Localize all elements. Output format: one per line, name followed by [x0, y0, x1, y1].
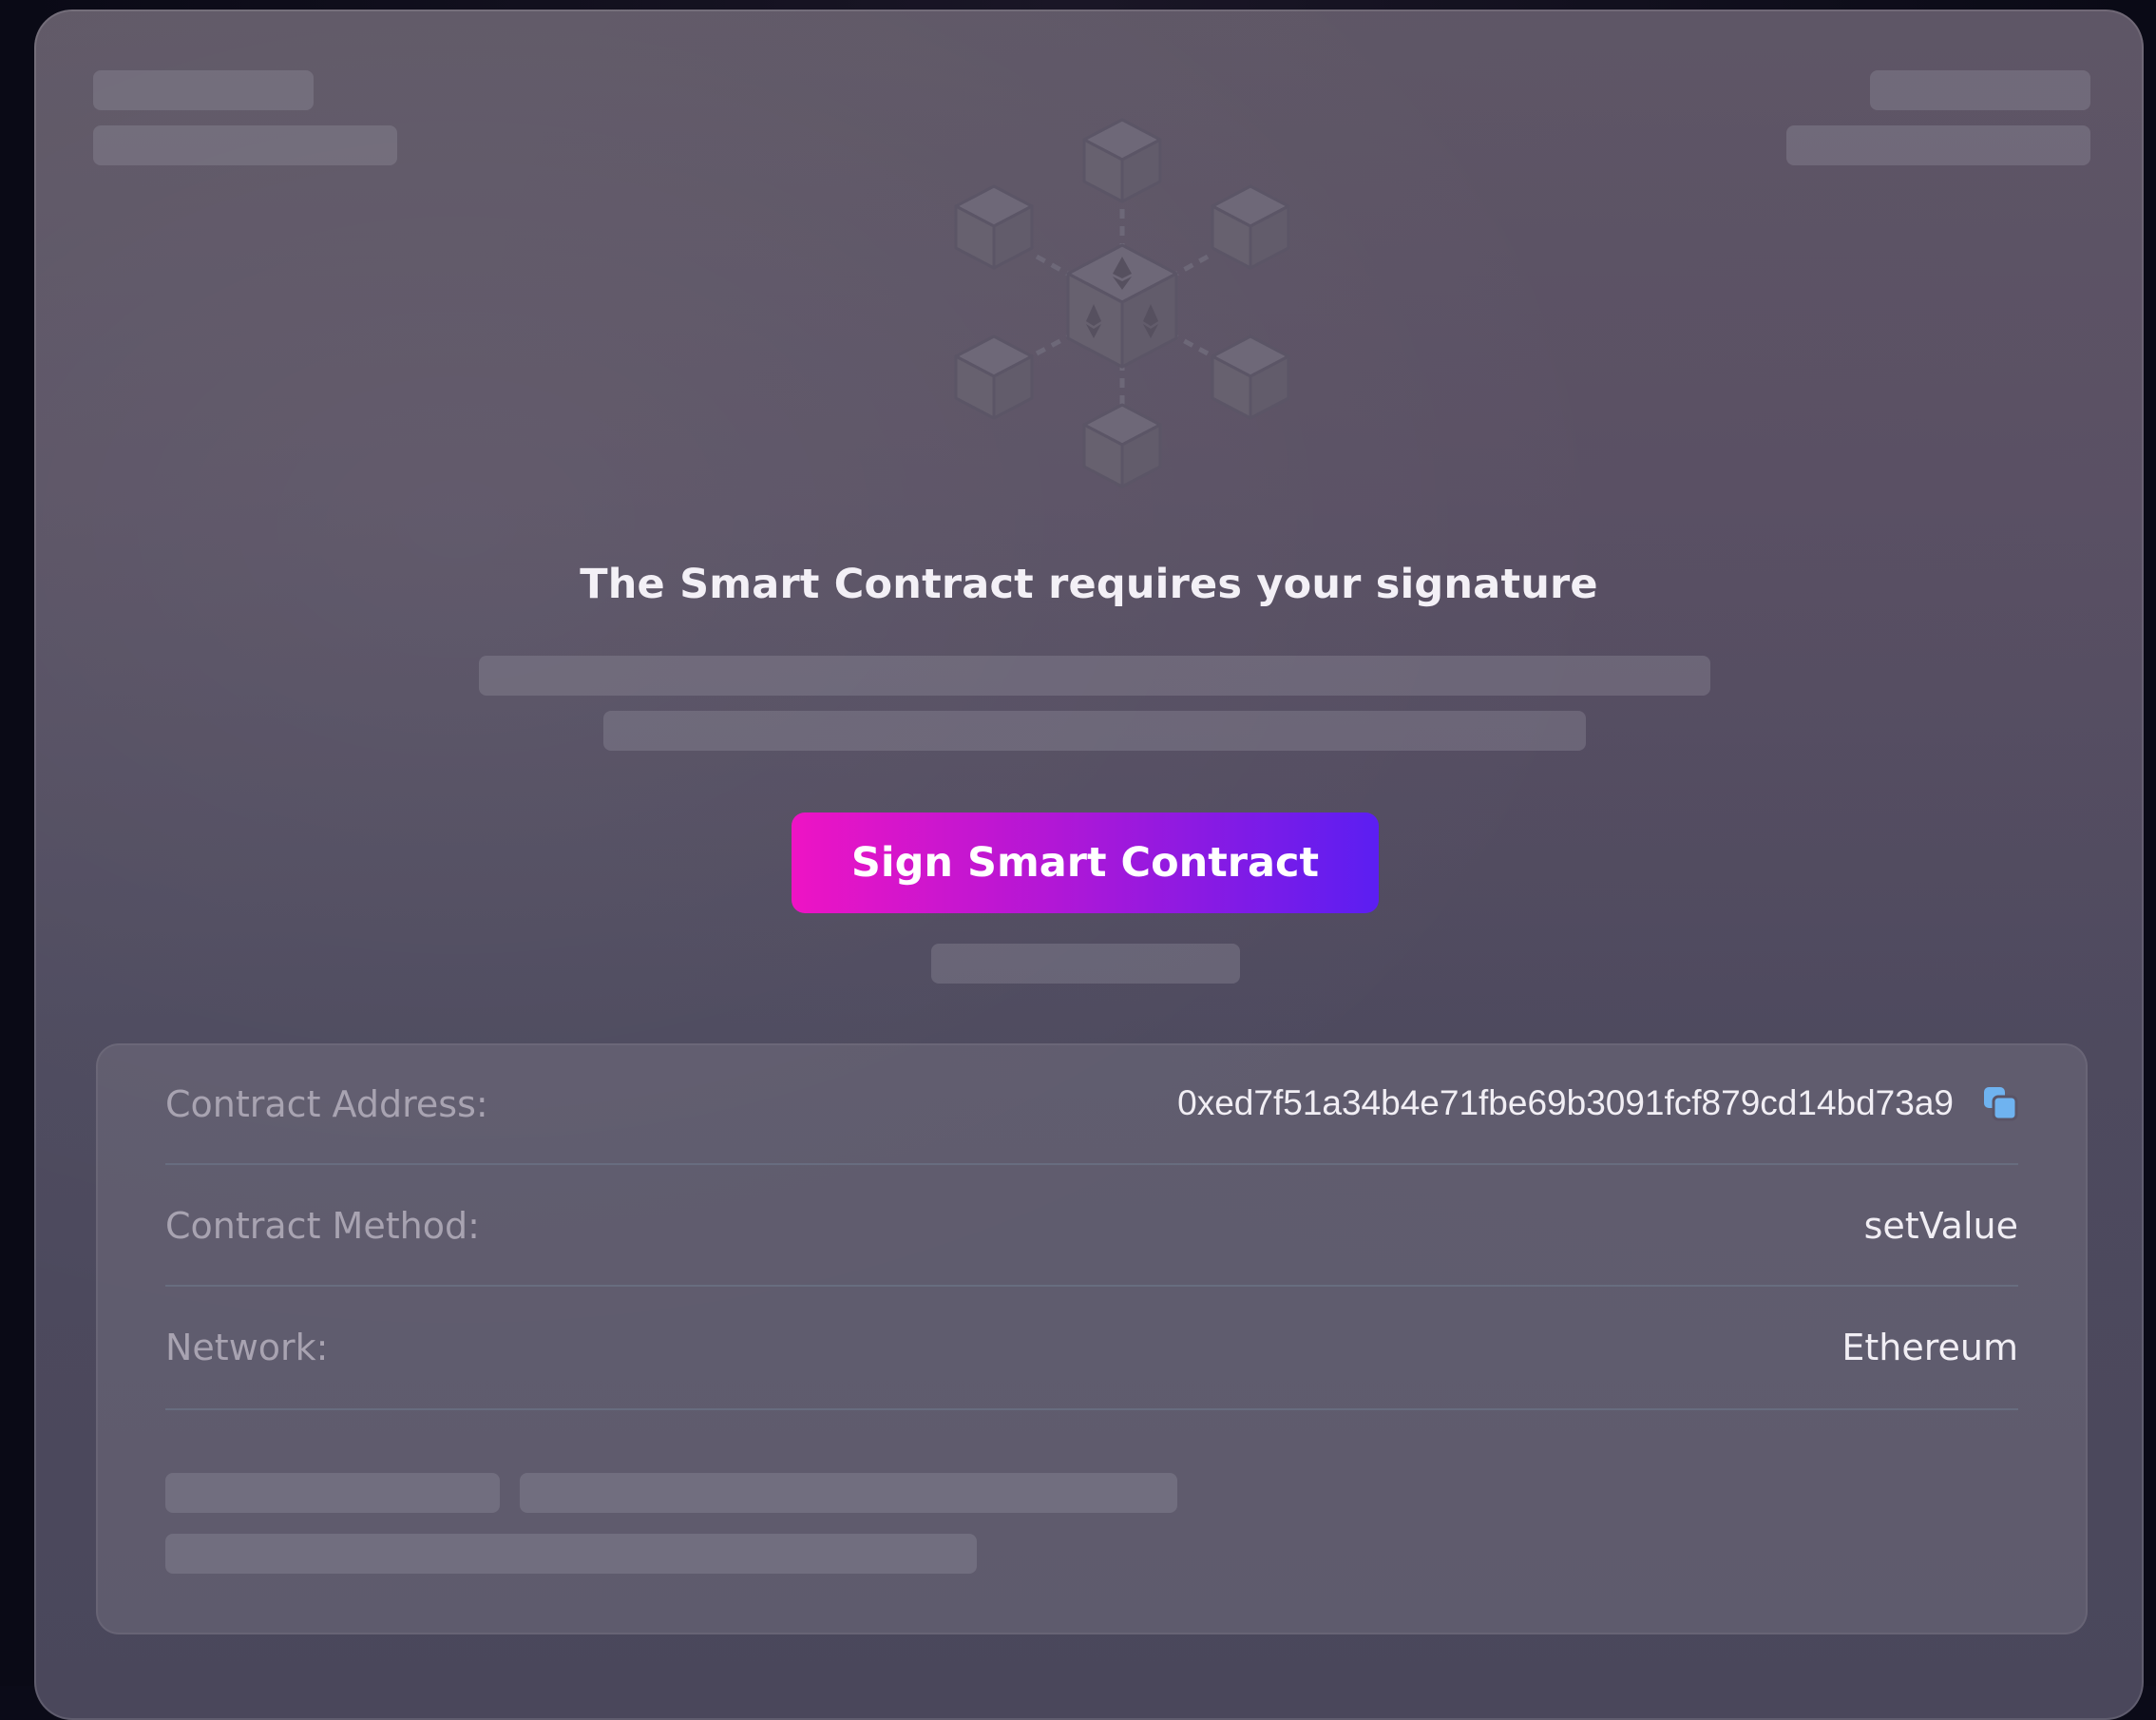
skeleton-placeholder — [479, 656, 1710, 696]
skeleton-placeholder — [520, 1473, 1177, 1513]
detail-row-contract-address: Contract Address: 0xed7f51a34b4e71fbe69b… — [165, 1043, 2018, 1165]
contract-details-panel: Contract Address: 0xed7f51a34b4e71fbe69b… — [96, 1043, 2088, 1634]
network-value: Ethereum — [1841, 1327, 2018, 1368]
contract-method-label: Contract Method: — [165, 1205, 480, 1247]
contract-address-label: Contract Address: — [165, 1083, 488, 1125]
detail-row-network: Network: Ethereum — [165, 1287, 2018, 1410]
skeleton-placeholder — [93, 125, 397, 165]
skeleton-placeholder — [93, 70, 314, 110]
contract-address-value: 0xed7f51a34b4e71fbe69b3091fcf879cd14bd73… — [1177, 1083, 1954, 1122]
dialog-title: The Smart Contract requires your signatu… — [580, 561, 1598, 608]
signature-dialog: The Smart Contract requires your signatu… — [34, 10, 2144, 1720]
skeleton-placeholder — [603, 711, 1586, 751]
sign-smart-contract-button[interactable]: Sign Smart Contract — [792, 812, 1379, 913]
blockchain-network-icon — [954, 118, 1290, 488]
skeleton-placeholder — [1870, 70, 2090, 110]
skeleton-placeholder — [931, 944, 1240, 984]
skeleton-placeholder — [1786, 125, 2090, 165]
skeleton-placeholder — [165, 1473, 500, 1513]
detail-row-contract-method: Contract Method: setValue — [165, 1165, 2018, 1287]
contract-method-value: setValue — [1863, 1205, 2018, 1247]
network-label: Network: — [165, 1327, 329, 1368]
skeleton-placeholder — [165, 1534, 977, 1574]
copy-icon[interactable] — [1982, 1085, 2018, 1121]
